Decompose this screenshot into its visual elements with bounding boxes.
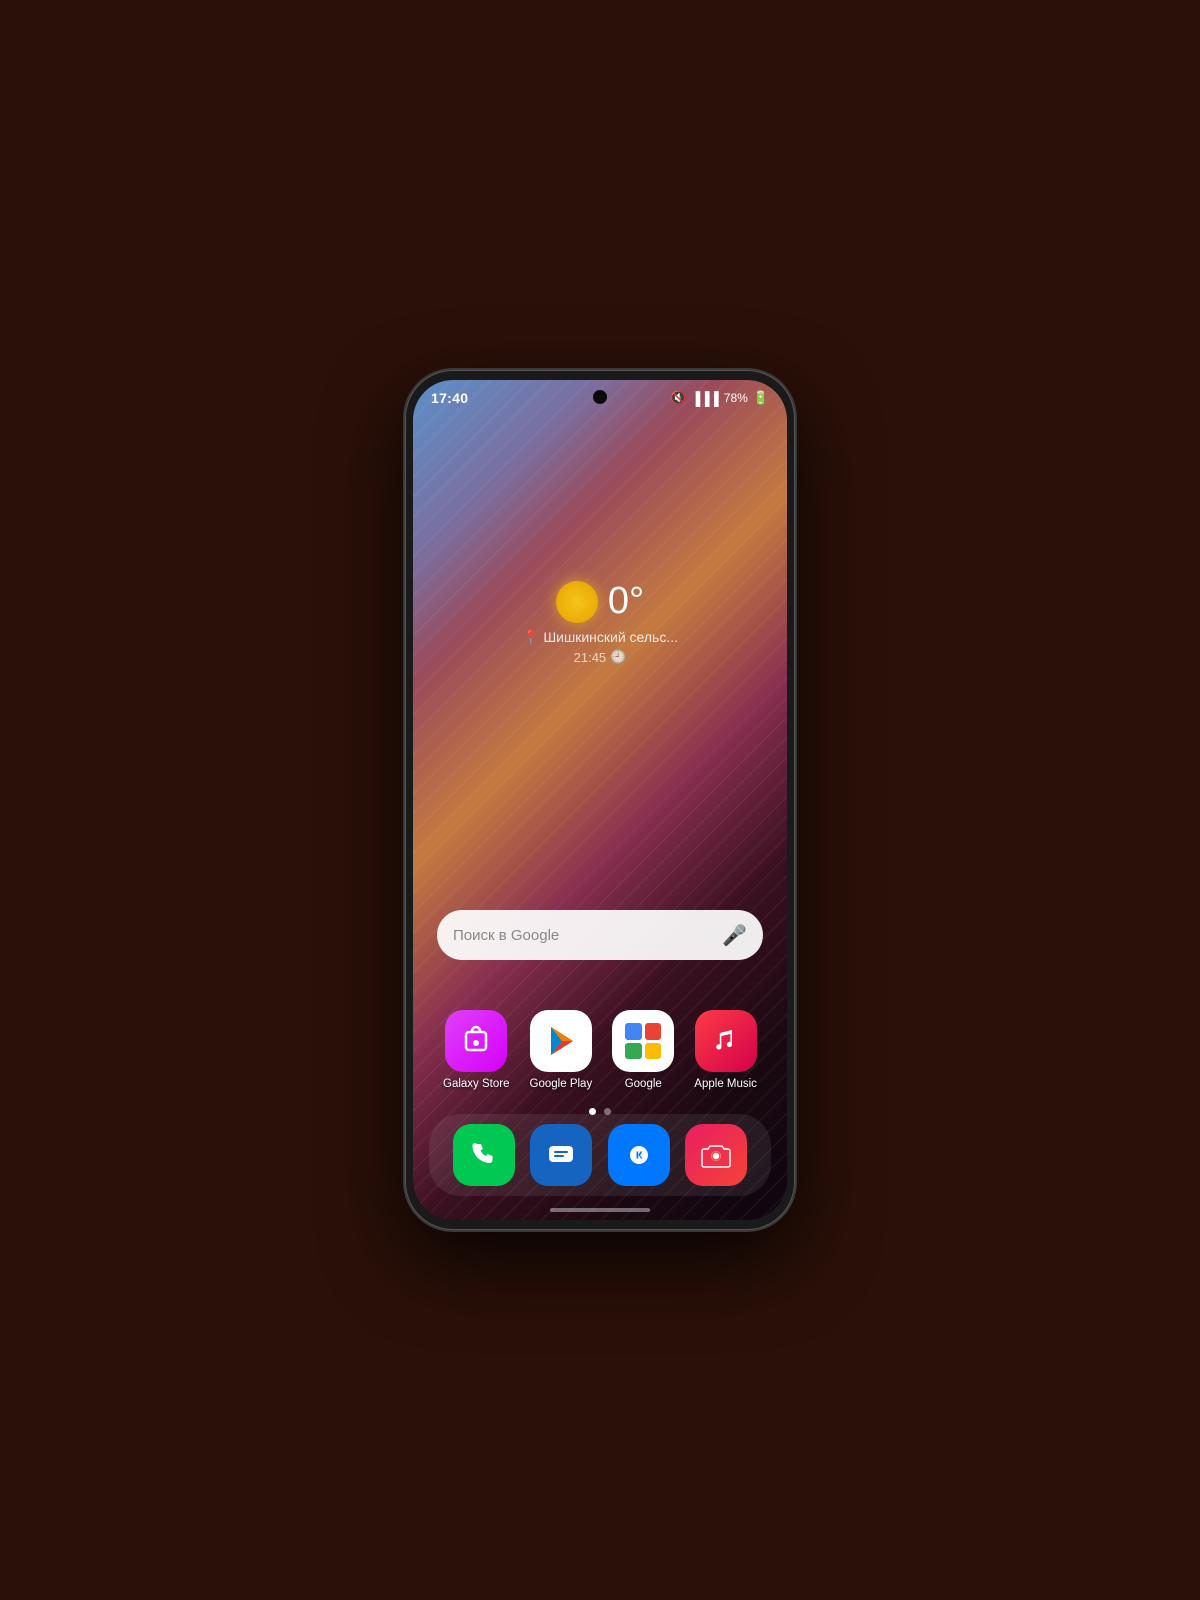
app-icon-google-play bbox=[530, 1010, 592, 1072]
dock-item-camera[interactable] bbox=[685, 1124, 747, 1186]
app-item-google-play[interactable]: Google Play bbox=[530, 1010, 593, 1090]
weather-icon bbox=[556, 581, 598, 623]
weather-time: 21:45 🕘 bbox=[522, 649, 678, 665]
battery-icon: 🔋 bbox=[753, 390, 769, 406]
app-label-google-play: Google Play bbox=[530, 1078, 593, 1090]
dock-item-phone[interactable] bbox=[453, 1124, 515, 1186]
search-bar[interactable]: Поиск в Google 🎤 bbox=[437, 910, 763, 960]
search-placeholder: Поиск в Google bbox=[453, 927, 722, 944]
phone-outer: 17:40 🔇 ▐▐▐ 78% 🔋 0° 📍 Шишкинский сельс.… bbox=[405, 370, 795, 1230]
home-indicator[interactable] bbox=[550, 1208, 650, 1212]
app-label-google: Google bbox=[625, 1078, 662, 1090]
app-icon-apple-music bbox=[695, 1010, 757, 1072]
battery-text: 78% bbox=[724, 391, 748, 405]
phone-screen: 17:40 🔇 ▐▐▐ 78% 🔋 0° 📍 Шишкинский сельс.… bbox=[413, 380, 787, 1220]
app-item-galaxy-store[interactable]: Galaxy Store bbox=[443, 1010, 509, 1090]
signal-icon: ▐▐▐ bbox=[691, 391, 719, 406]
app-grid: Galaxy Store Google Play bbox=[413, 1010, 787, 1090]
app-item-google[interactable]: Google bbox=[612, 1010, 674, 1090]
status-icons: 🔇 ▐▐▐ 78% 🔋 bbox=[670, 390, 769, 406]
weather-temp: 0° bbox=[608, 580, 644, 623]
mic-icon[interactable]: 🎤 bbox=[722, 923, 747, 948]
dock-item-vk[interactable] bbox=[608, 1124, 670, 1186]
wallpaper bbox=[413, 380, 787, 1220]
camera-notch bbox=[593, 390, 607, 404]
weather-widget: 0° 📍 Шишкинский сельс... 21:45 🕘 bbox=[522, 580, 678, 665]
weather-clock-icon: 🕘 bbox=[610, 649, 626, 665]
app-icon-galaxy-store bbox=[445, 1010, 507, 1072]
dock-item-messages[interactable] bbox=[530, 1124, 592, 1186]
app-label-galaxy-store: Galaxy Store bbox=[443, 1078, 509, 1090]
dock-icon-camera bbox=[685, 1124, 747, 1186]
dock-icon-phone bbox=[453, 1124, 515, 1186]
app-label-apple-music: Apple Music bbox=[694, 1078, 757, 1090]
app-icon-google bbox=[612, 1010, 674, 1072]
status-time: 17:40 bbox=[431, 390, 468, 406]
app-item-apple-music[interactable]: Apple Music bbox=[694, 1010, 757, 1090]
dock-icon-messages bbox=[530, 1124, 592, 1186]
dock bbox=[429, 1114, 771, 1196]
weather-location: 📍 Шишкинский сельс... bbox=[522, 629, 678, 646]
dock-icon-vk bbox=[608, 1124, 670, 1186]
sound-icon: 🔇 bbox=[670, 390, 686, 406]
